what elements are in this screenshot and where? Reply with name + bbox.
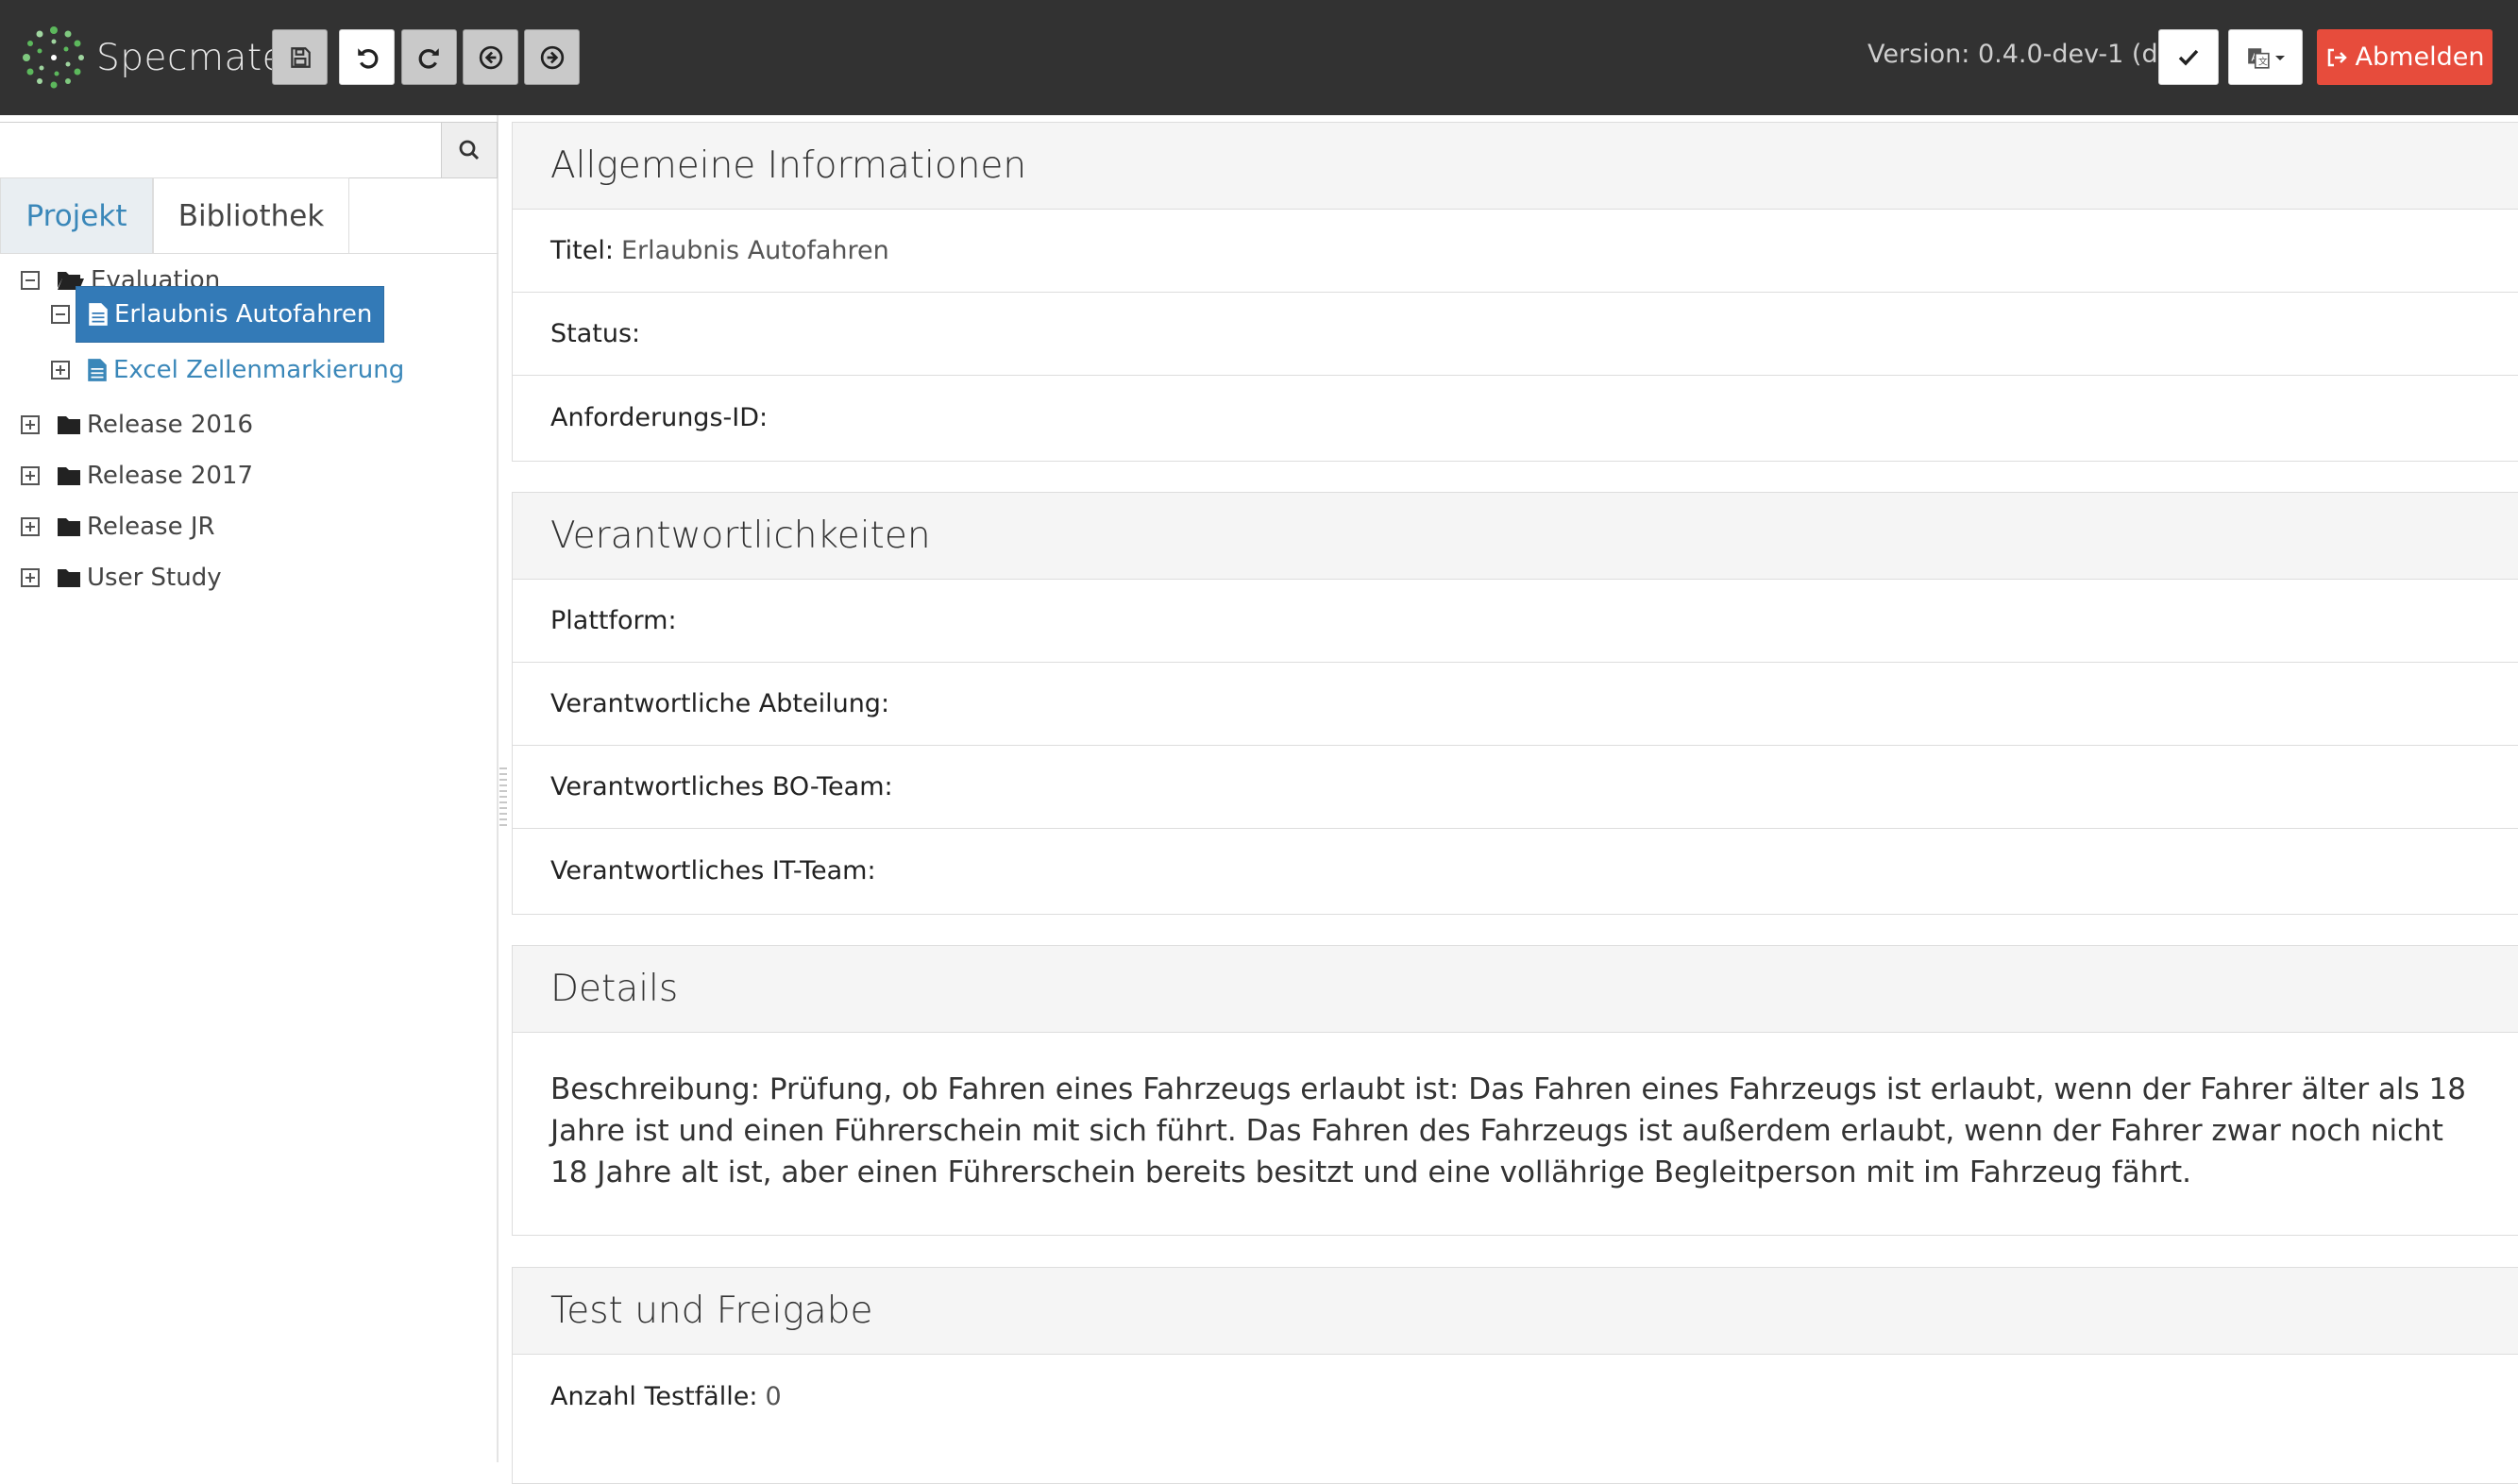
panel-title: Details (513, 946, 2518, 1033)
expand-icon[interactable] (21, 568, 40, 587)
tree-item-release-2016[interactable]: Release 2016 (21, 401, 253, 448)
save-icon (290, 46, 311, 68)
tree-item-label: Erlaubnis Autofahren (114, 300, 373, 329)
redo-icon (418, 47, 439, 69)
field-platform: Plattform: (513, 580, 2518, 663)
tree-item-release-2017[interactable]: Release 2017 (21, 452, 253, 499)
field-label: Verantwortliches IT-Team: (550, 855, 876, 885)
expand-icon[interactable] (21, 466, 40, 485)
logout-button[interactable]: Abmelden (2317, 29, 2493, 85)
sidebar: Projekt Bibliothek Evaluation Erlaubnis … (0, 115, 499, 1462)
folder-icon (58, 518, 80, 536)
expand-icon[interactable] (51, 361, 70, 379)
tree-item-label: Excel Zellenmarkierung (113, 356, 405, 384)
back-icon (479, 45, 502, 69)
logout-label: Abmelden (2355, 42, 2485, 72)
tree-item-label: Release JR (87, 513, 215, 541)
version-label: Version: 0.4.0-dev-1 (dev) (1867, 40, 2199, 69)
forward-button[interactable] (524, 29, 580, 85)
sign-out-icon (2327, 48, 2347, 66)
validate-button[interactable] (2158, 29, 2219, 85)
forward-icon (540, 45, 564, 69)
field-it-team: Verantwortliches IT-Team: (513, 829, 2518, 912)
sidebar-resize-handle[interactable] (499, 767, 507, 830)
description-text: Beschreibung: Prüfung, ob Fahren eines F… (550, 1072, 2466, 1189)
panel-title: Allgemeine Informationen (513, 123, 2518, 210)
field-department: Verantwortliche Abteilung: (513, 663, 2518, 746)
tree-item-erlaubnis-autofahren[interactable]: Erlaubnis Autofahren (51, 285, 385, 344)
file-text-icon (88, 359, 107, 381)
field-label: Titel: (550, 236, 614, 265)
tree-item-label: Release 2016 (87, 411, 254, 439)
tab-bibliothek[interactable]: Bibliothek (153, 177, 349, 253)
tree-item-release-jr[interactable]: Release JR (21, 503, 215, 550)
field-bo-team: Verantwortliches BO-Team: (513, 746, 2518, 829)
panel-general-info: Allgemeine Informationen Titel: Erlaubni… (512, 122, 2518, 462)
undo-button[interactable] (339, 29, 395, 85)
field-value: 0 (765, 1381, 782, 1411)
field-requirement-id: Anforderungs-ID: (513, 376, 2518, 459)
redo-button[interactable] (401, 29, 457, 85)
panel-title: Verantwortlichkeiten (513, 493, 2518, 580)
sidebar-tabs: Projekt Bibliothek (0, 177, 499, 254)
panel-responsibilities: Verantwortlichkeiten Plattform: Verantwo… (512, 492, 2518, 915)
undo-icon (357, 47, 378, 69)
folder-icon (58, 416, 80, 434)
tree-item-selected[interactable]: Erlaubnis Autofahren (76, 286, 385, 343)
field-label: Plattform: (550, 606, 677, 635)
tree-item-excel-zellenmarkierung[interactable]: Excel Zellenmarkierung (51, 346, 404, 394)
field-title: Titel: Erlaubnis Autofahren (513, 210, 2518, 293)
specmate-logo-icon (23, 26, 84, 89)
file-text-icon (89, 303, 108, 326)
collapse-icon[interactable] (51, 305, 70, 324)
field-test-count: Anzahl Testfälle: 0 (513, 1355, 2518, 1438)
svg-text:文: 文 (2258, 55, 2268, 67)
app-name: Specmate (96, 36, 286, 79)
caret-down-icon (2274, 55, 2285, 60)
expand-icon[interactable] (21, 415, 40, 434)
panel-details: Details Beschreibung: Prüfung, ob Fahren… (512, 945, 2518, 1236)
field-label: Verantwortliches BO-Team: (550, 772, 893, 801)
tree-item-label: User Study (87, 564, 222, 592)
panel-test-release: Test und Freigabe Anzahl Testfälle: 0 (512, 1267, 2518, 1484)
collapse-icon[interactable] (21, 271, 40, 290)
back-button[interactable] (463, 29, 518, 85)
folder-icon (58, 467, 80, 485)
field-label: Anzahl Testfälle: (550, 1381, 758, 1411)
field-label: Verantwortliche Abteilung: (550, 689, 890, 718)
check-icon (2178, 49, 2199, 66)
folder-icon (58, 569, 80, 587)
search-icon (459, 140, 480, 160)
expand-icon[interactable] (21, 517, 40, 536)
tree-item-user-study[interactable]: User Study (21, 554, 222, 601)
language-icon: A文 (2247, 47, 2270, 69)
search-button[interactable] (441, 122, 498, 178)
search-input[interactable] (0, 122, 442, 178)
top-navbar: Specmate Version: 0.4.0-dev-1 (dev) A文 A… (0, 0, 2518, 115)
brand[interactable]: Specmate (21, 25, 285, 91)
field-label: Status: (550, 319, 641, 348)
language-dropdown[interactable]: A文 (2228, 29, 2303, 85)
tab-projekt[interactable]: Projekt (0, 177, 153, 253)
panel-title: Test und Freigabe (513, 1268, 2518, 1355)
field-value: Erlaubnis Autofahren (620, 236, 889, 265)
field-status: Status: (513, 293, 2518, 376)
field-label: Anforderungs-ID: (550, 402, 769, 432)
tree-item-label: Release 2017 (87, 462, 254, 490)
search-bar (0, 122, 499, 178)
save-button[interactable] (272, 29, 328, 85)
